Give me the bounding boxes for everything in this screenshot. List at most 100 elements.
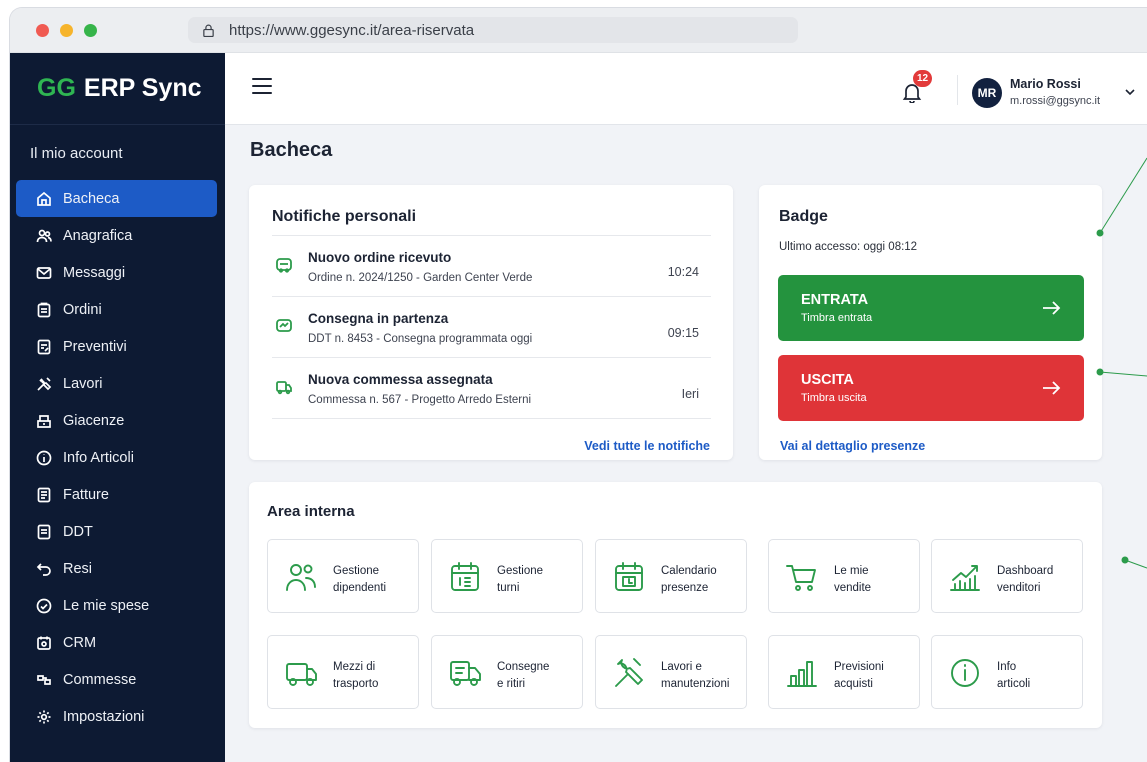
avatar[interactable]: MR	[972, 78, 1002, 108]
sidebar-item-preventivi[interactable]: Preventivi	[16, 328, 217, 365]
notification-item[interactable]: Nuova commessa assegnata Commessa n. 567…	[272, 357, 711, 418]
users-icon	[36, 228, 52, 244]
van-icon	[284, 656, 318, 690]
sidebar-item-crm[interactable]: CRM	[16, 624, 217, 661]
document-edit-icon	[36, 339, 52, 355]
tile-label: Calendario presenze	[661, 563, 745, 597]
browser-chrome: https://www.ggesync.it/area-riservata	[10, 8, 1147, 53]
tile-label: Dashboard venditori	[997, 563, 1081, 597]
sidebar-item-bacheca[interactable]: Bacheca	[16, 180, 217, 217]
tile-label-line1: Dashboard	[997, 565, 1054, 577]
sidebar-item-fatture[interactable]: Fatture	[16, 476, 217, 513]
sidebar-item-ordini[interactable]: Ordini	[16, 291, 217, 328]
wrench-icon	[612, 656, 646, 690]
user-name[interactable]: Mario Rossi	[1010, 77, 1081, 91]
close-window-button[interactable]	[36, 24, 49, 37]
sidebar-item-commesse[interactable]: Commesse	[16, 661, 217, 698]
tile-info-articoli[interactable]: Info articoli	[931, 635, 1083, 709]
maximize-window-button[interactable]	[84, 24, 97, 37]
clock-in-sublabel: Timbra entrata	[801, 312, 873, 324]
tile-previsioni-acquisti[interactable]: Previsioni acquisti	[768, 635, 920, 709]
sidebar-item-impostazioni[interactable]: Impostazioni	[16, 698, 217, 735]
app-logo[interactable]: GG ERP Sync	[10, 53, 225, 125]
sidebar-item-info-articoli[interactable]: Info Articoli	[16, 439, 217, 476]
minimize-window-button[interactable]	[60, 24, 73, 37]
internal-area-card: Area interna Gestione dipendenti Gestione…	[249, 482, 1102, 728]
shifts-calendar-icon	[448, 560, 482, 594]
tile-gestione-dipendenti[interactable]: Gestione dipendenti	[267, 539, 419, 613]
sidebar-item-label: CRM	[63, 634, 97, 651]
notification-title: Consegna in partenza	[308, 311, 449, 326]
cart-icon	[275, 256, 293, 274]
invoice-icon	[36, 487, 52, 503]
tile-label-line1: Consegne	[497, 661, 550, 673]
tile-label: Lavori e manutenzioni	[661, 659, 745, 693]
view-all-notifications-link[interactable]: Vedi tutte le notifiche	[584, 439, 710, 453]
notifications-card: Notifiche personali Nuovo ordine ricevut…	[249, 185, 733, 460]
sidebar-item-label: Lavori	[63, 375, 103, 392]
sidebar-item-messaggi[interactable]: Messaggi	[16, 254, 217, 291]
logo-prefix: GG	[37, 74, 76, 102]
sidebar-item-label: Preventivi	[63, 338, 127, 355]
info-icon	[36, 450, 52, 466]
menu-toggle-icon[interactable]	[252, 78, 272, 96]
sidebar-item-label: Impostazioni	[63, 708, 145, 725]
tile-lavori-e-manutenzioni[interactable]: Lavori e manutenzioni	[595, 635, 747, 709]
arrow-right-icon	[1043, 301, 1061, 315]
tile-label-line2: acquisti	[834, 678, 873, 690]
tile-consegne-e-ritiri[interactable]: Consegne e ritiri	[431, 635, 583, 709]
sidebar-item-giacenze[interactable]: Giacenze	[16, 402, 217, 439]
topbar: 12 MR Mario Rossi m.rossi@ggsync.it	[225, 53, 1147, 125]
sidebar-item-le-mie-spese[interactable]: Le mie spese	[16, 587, 217, 624]
chevron-down-icon[interactable]	[1125, 88, 1135, 96]
expenses-icon	[36, 598, 52, 614]
browser-window: https://www.ggesync.it/area-riservata GG…	[10, 8, 1147, 762]
clock-out-button[interactable]: USCITA Timbra uscita	[778, 355, 1084, 421]
delivery-truck-icon	[448, 656, 482, 690]
crm-icon	[36, 635, 52, 651]
sidebar-item-label: Info Articoli	[63, 449, 134, 466]
clock-in-label: ENTRATA	[801, 292, 869, 308]
tile-label: Info articoli	[997, 659, 1081, 693]
tile-mezzi-di-trasporto[interactable]: Mezzi di trasporto	[267, 635, 419, 709]
employees-icon	[284, 560, 318, 594]
tile-calendario-presenze[interactable]: Calendario presenze	[595, 539, 747, 613]
internal-area-title: Area interna	[267, 503, 355, 520]
sidebar-item-label: Messaggi	[63, 264, 126, 281]
tile-label-line1: Gestione	[333, 565, 380, 577]
notification-item[interactable]: Nuovo ordine ricevuto Ordine n. 2024/125…	[272, 235, 711, 296]
projects-icon	[36, 672, 52, 688]
delivery-icon	[275, 317, 293, 335]
tile-label: Previsioni acquisti	[834, 659, 918, 693]
mail-icon	[36, 265, 52, 281]
notification-item[interactable]: Consegna in partenza DDT n. 8453 - Conse…	[272, 296, 711, 357]
clock-out-sublabel: Timbra uscita	[801, 392, 867, 404]
user-email: m.rossi@ggsync.it	[1010, 95, 1101, 107]
tile-label-line1: Gestione	[497, 565, 544, 577]
tile-label-line2: e ritiri	[497, 678, 526, 690]
tile-label-line2: venditori	[997, 582, 1041, 594]
return-icon	[36, 561, 52, 577]
clock-in-button[interactable]: ENTRATA Timbra entrata	[778, 275, 1084, 341]
sidebar-item-ddt[interactable]: DDT	[16, 513, 217, 550]
tile-le-mie-vendite[interactable]: Le mie vendite	[768, 539, 920, 613]
attendance-detail-link[interactable]: Vai al dettaglio presenze	[780, 439, 925, 453]
tile-label: Consegne e ritiri	[497, 659, 581, 693]
sidebar-item-resi[interactable]: Resi	[16, 550, 217, 587]
tile-dashboard-venditori[interactable]: Dashboard venditori	[931, 539, 1083, 613]
notification-subtitle: Ordine n. 2024/1250 - Garden Center Verd…	[308, 272, 533, 284]
notification-time: 09:15	[667, 326, 699, 340]
sidebar-item-label: Resi	[63, 560, 93, 577]
tile-label-line1: Previsioni	[834, 661, 884, 673]
url-text: https://www.ggesync.it/area-riservata	[229, 21, 475, 39]
address-bar[interactable]: https://www.ggesync.it/area-riservata	[188, 17, 798, 43]
attendance-calendar-icon	[612, 560, 646, 594]
sidebar-item-anagrafica[interactable]: Anagrafica	[16, 217, 217, 254]
notifications-title: Notifiche personali	[272, 208, 417, 225]
tile-gestione-turni[interactable]: Gestione turni	[431, 539, 583, 613]
tile-label-line1: Le mie	[834, 565, 869, 577]
arrow-right-icon	[1043, 381, 1061, 395]
sidebar-item-label: Giacenze	[63, 412, 125, 429]
decorative-connectors	[1096, 157, 1147, 569]
sidebar-item-lavori[interactable]: Lavori	[16, 365, 217, 402]
